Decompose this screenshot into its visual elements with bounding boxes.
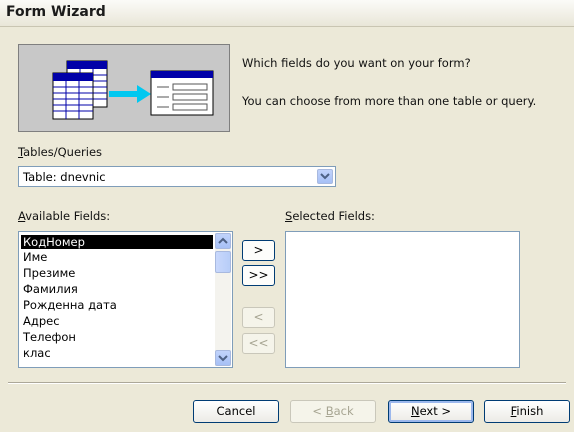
add-field-button[interactable]: > (242, 240, 275, 261)
list-item[interactable]: клас (21, 346, 213, 360)
tables-queries-dropdown[interactable]: Table: dnevnic (18, 166, 336, 187)
list-item[interactable]: Адрес (21, 314, 213, 328)
available-fields-list[interactable]: КодНомер Име Презиме Фамилия Рожденна да… (18, 231, 233, 368)
tables-queries-label: Tables/Queries (18, 145, 103, 159)
chevron-down-icon[interactable] (317, 169, 333, 184)
cancel-button[interactable]: Cancel (193, 400, 279, 423)
wizard-illustration (18, 44, 230, 132)
next-button[interactable]: Next > (388, 400, 474, 423)
available-fields-scrollbar[interactable] (215, 233, 231, 366)
divider (8, 382, 566, 384)
list-item[interactable]: Рожденна дата (21, 298, 213, 312)
title-bar[interactable]: Form Wizard (0, 0, 574, 27)
available-fields-label: Available Fields: (18, 209, 111, 223)
intro-hint: You can choose from more than one table … (242, 94, 537, 108)
scroll-thumb[interactable] (215, 251, 231, 273)
list-item[interactable]: Телефон (21, 330, 213, 344)
list-item[interactable]: Фамилия (21, 282, 213, 296)
window-title: Form Wizard (6, 4, 106, 20)
list-item[interactable]: Име (21, 250, 213, 264)
tables-queries-value: Table: dnevnic (23, 170, 106, 184)
selected-fields-list[interactable] (285, 231, 520, 368)
scroll-down-icon[interactable] (215, 350, 231, 366)
intro-question: Which fields do you want on your form? (242, 56, 471, 70)
scroll-up-icon[interactable] (215, 233, 231, 249)
finish-button[interactable]: Finish (484, 400, 570, 423)
add-all-fields-button[interactable]: >> (242, 265, 275, 286)
list-item[interactable]: КодНомер (21, 235, 213, 249)
table-to-form-icon (52, 60, 214, 120)
back-button[interactable]: < Back (290, 400, 376, 423)
list-item[interactable]: Презиме (21, 266, 213, 280)
selected-fields-label: Selected Fields: (285, 209, 375, 223)
remove-all-fields-button[interactable]: << (242, 333, 275, 354)
remove-field-button[interactable]: < (242, 307, 275, 328)
